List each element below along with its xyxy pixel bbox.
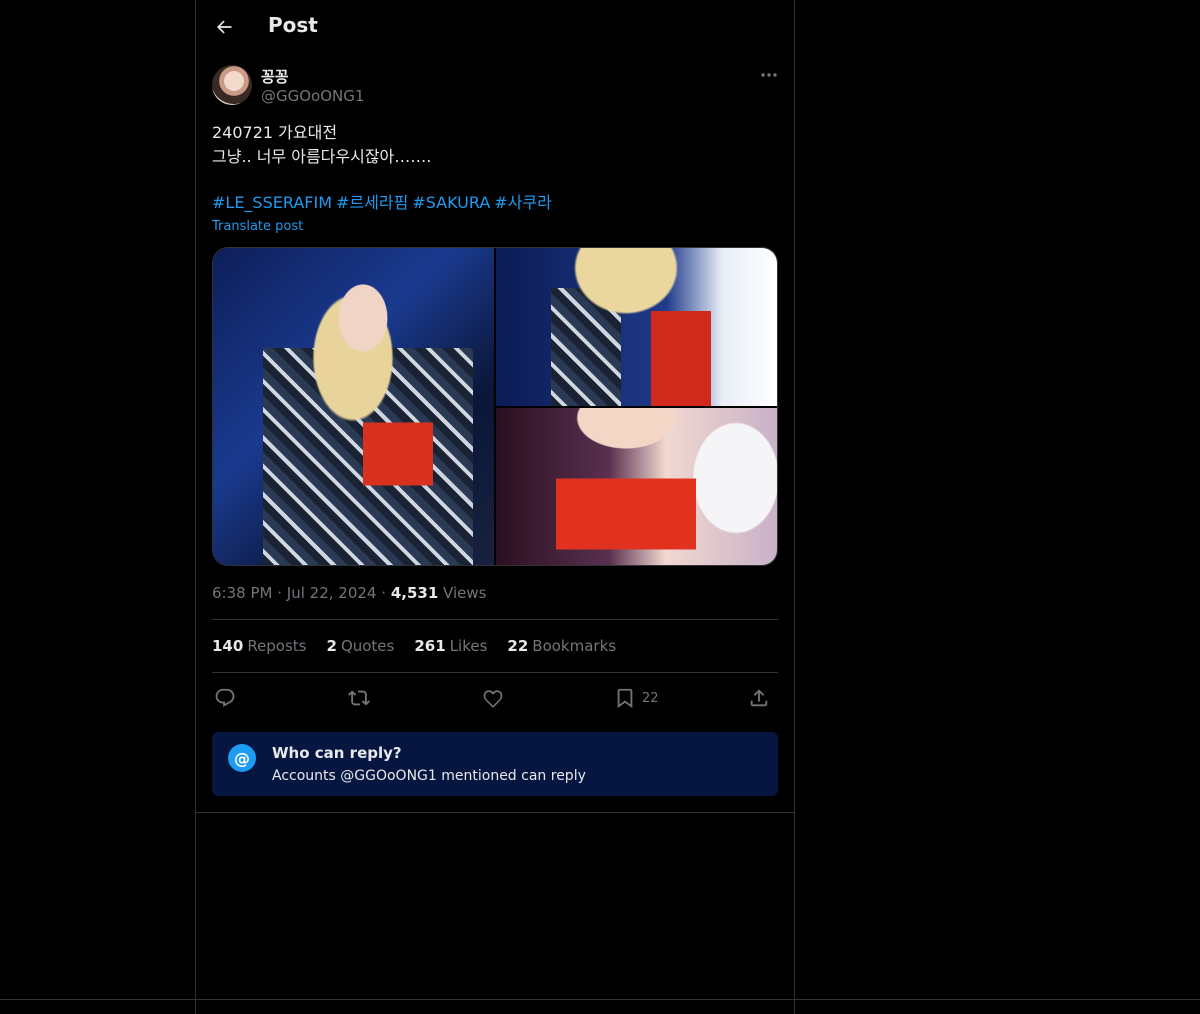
like-button[interactable] bbox=[482, 684, 504, 712]
share-icon bbox=[750, 689, 768, 707]
share-button[interactable] bbox=[748, 684, 770, 712]
reply-icon bbox=[215, 688, 235, 707]
divider bbox=[212, 619, 778, 620]
reposts-stat[interactable]: 140 Reposts bbox=[212, 637, 307, 655]
more-horizontal-icon bbox=[761, 73, 777, 77]
divider bbox=[196, 812, 794, 813]
bookmark-icon bbox=[617, 688, 633, 709]
bottom-divider bbox=[0, 999, 1200, 1000]
views-label: Views bbox=[443, 584, 487, 602]
hashtag-link[interactable]: #사쿠라 bbox=[494, 193, 552, 212]
post-image-2[interactable] bbox=[496, 248, 777, 406]
views-count: 4,531 bbox=[390, 584, 439, 602]
bookmarks-stat[interactable]: 22 Bookmarks bbox=[507, 637, 616, 655]
post-image-1[interactable] bbox=[213, 248, 494, 565]
primary-column: Post 꽁꽁 @GGOoONG1 240721 가요대전 그냥.. 너무 아름… bbox=[195, 0, 795, 1014]
post-time[interactable]: 6:38 PM bbox=[212, 584, 272, 602]
back-button[interactable] bbox=[208, 11, 240, 43]
author-display-name[interactable]: 꽁꽁 bbox=[261, 66, 289, 87]
media-grid bbox=[212, 247, 778, 566]
hashtag-link[interactable]: #르세라핌 bbox=[336, 193, 408, 212]
engagement-stats: 140 Reposts 2 Quotes 261 Likes 22 Bookmarks bbox=[212, 637, 616, 655]
post-date[interactable]: Jul 22, 2024 bbox=[287, 584, 377, 602]
reply-restriction-notice: @ Who can reply? Accounts @GGOoONG1 ment… bbox=[212, 732, 778, 796]
reply-button[interactable] bbox=[214, 684, 236, 712]
post-meta: 6:38 PM · Jul 22, 2024 · 4,531 Views bbox=[212, 584, 487, 602]
repost-button[interactable] bbox=[348, 684, 370, 712]
divider bbox=[212, 672, 778, 673]
reply-restriction-subtitle: Accounts @GGOoONG1 mentioned can reply bbox=[272, 768, 586, 784]
hashtag-link[interactable]: #LE_SSERAFIM bbox=[212, 193, 332, 212]
action-bar: 22 bbox=[212, 684, 778, 712]
hashtag-link[interactable]: #SAKURA bbox=[412, 193, 490, 212]
quotes-stat[interactable]: 2 Quotes bbox=[327, 637, 395, 655]
heart-icon bbox=[483, 690, 503, 708]
more-button[interactable] bbox=[756, 64, 782, 86]
page-header: Post bbox=[196, 0, 794, 54]
translate-post-link[interactable]: Translate post bbox=[212, 219, 303, 234]
bookmark-count: 22 bbox=[642, 690, 659, 706]
avatar[interactable] bbox=[212, 65, 252, 105]
post-image-3[interactable] bbox=[496, 408, 777, 565]
likes-stat[interactable]: 261 Likes bbox=[414, 637, 487, 655]
page-title: Post bbox=[268, 13, 318, 37]
bookmark-button[interactable]: 22 bbox=[614, 684, 659, 712]
mention-icon: @ bbox=[228, 744, 256, 772]
author-handle[interactable]: @GGOoONG1 bbox=[261, 87, 364, 105]
hashtag-list: #LE_SSERAFIM #르세라핌 #SAKURA #사쿠라 bbox=[212, 191, 556, 215]
arrow-left-icon bbox=[217, 20, 232, 34]
repost-icon bbox=[348, 690, 370, 706]
reply-restriction-title: Who can reply? bbox=[272, 744, 402, 762]
post-text: 240721 가요대전 그냥.. 너무 아름다우시잖아……. bbox=[212, 123, 432, 166]
